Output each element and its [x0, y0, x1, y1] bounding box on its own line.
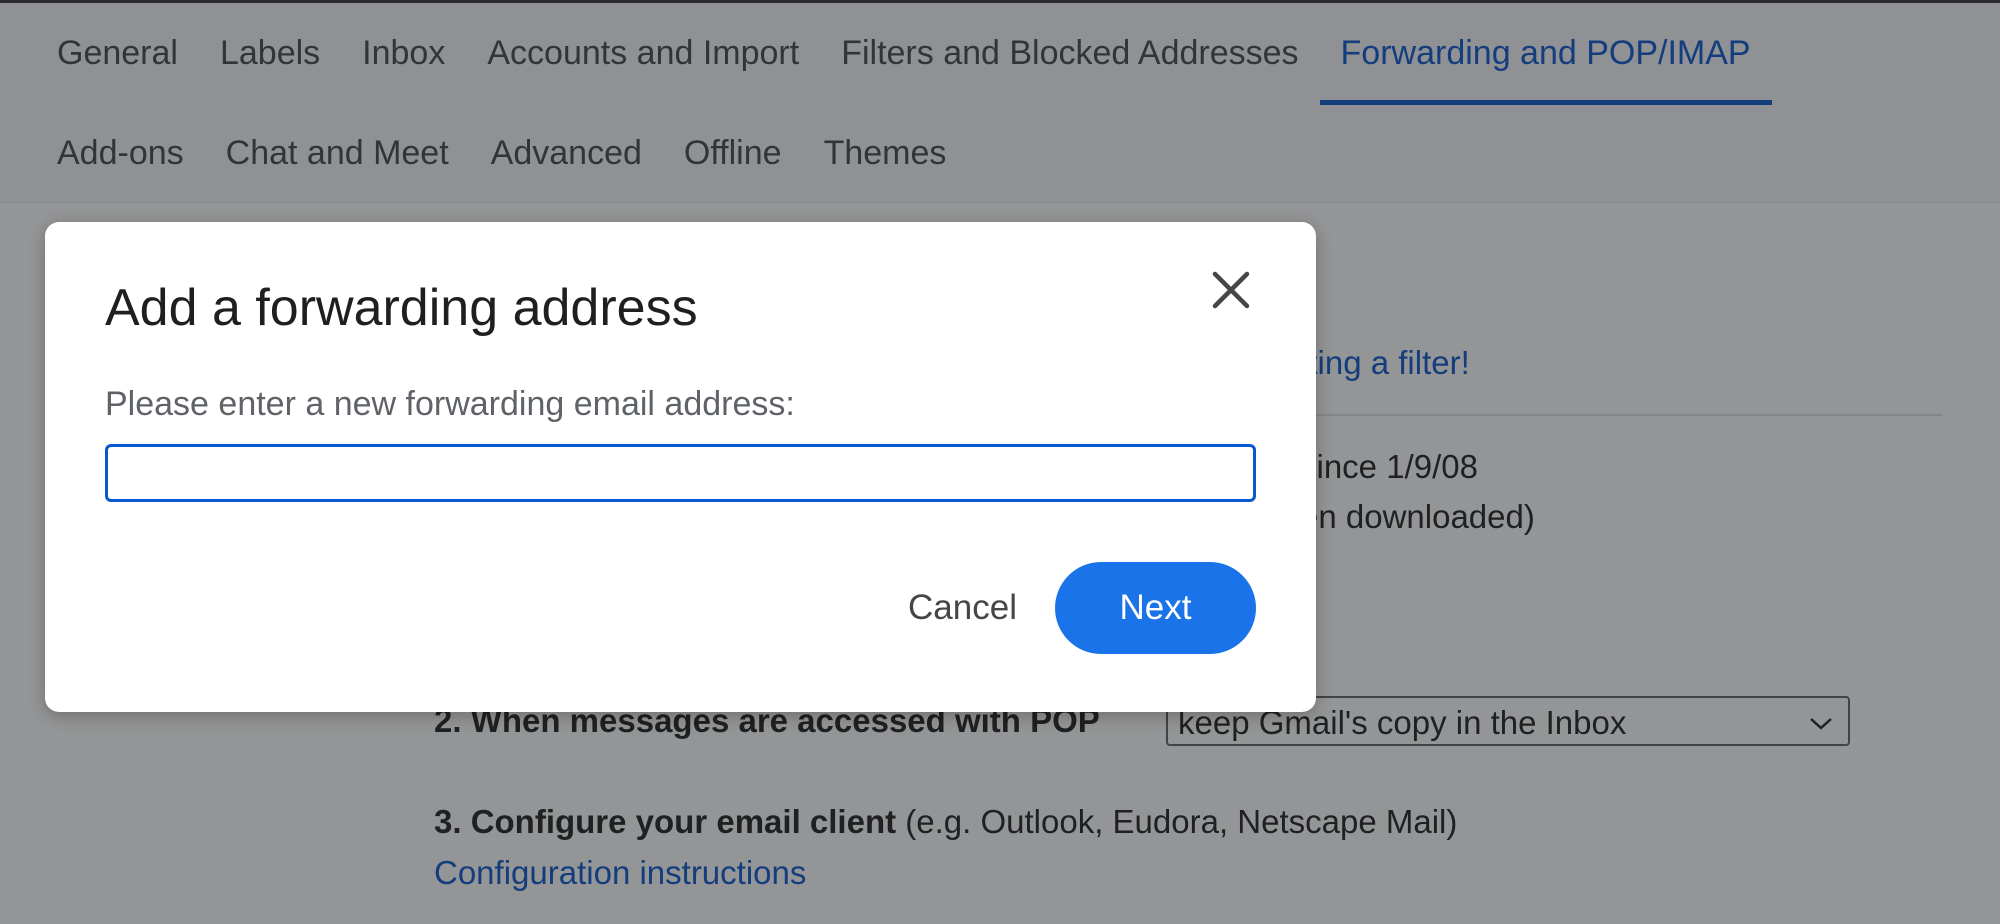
next-button[interactable]: Next [1055, 562, 1256, 654]
add-forwarding-address-dialog: Add a forwarding address Please enter a … [45, 222, 1316, 712]
forwarding-email-prompt: Please enter a new forwarding email addr… [105, 385, 795, 423]
dialog-title: Add a forwarding address [105, 279, 698, 337]
window-top-border [0, 0, 2000, 3]
close-button[interactable] [1203, 264, 1259, 320]
cancel-button[interactable]: Cancel [875, 562, 1050, 654]
close-icon [1210, 269, 1252, 316]
forwarding-email-input[interactable] [105, 444, 1256, 502]
